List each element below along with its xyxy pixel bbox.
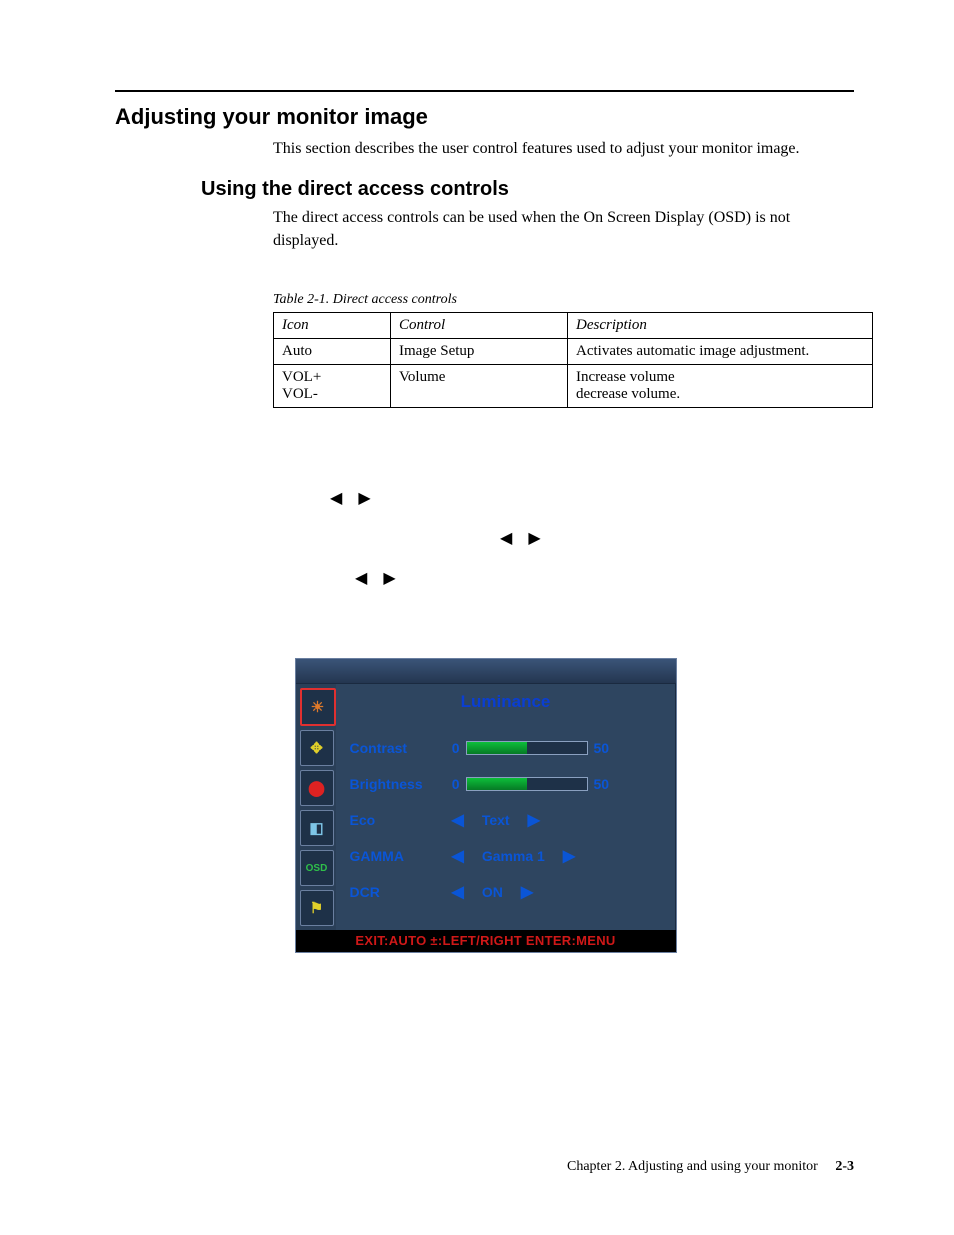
direct-access-table: Icon Control Description Auto Image Setu… — [273, 312, 873, 408]
osd-select-value: Text — [482, 812, 510, 828]
table-row: VOL+ VOL- Volume Increase volume decreas… — [274, 365, 873, 408]
osd-slider-label: Brightness — [350, 776, 442, 792]
heading-1: Adjusting your monitor image — [115, 104, 854, 130]
footer-page-number: 2-3 — [835, 1159, 854, 1174]
osd-slider-track[interactable] — [466, 741, 588, 755]
right-arrow-icon: ▶ — [383, 570, 395, 587]
osd-slider-track[interactable] — [466, 777, 588, 791]
left-arrow-icon: ◀ — [330, 490, 342, 507]
heading-2: Using the direct access controls — [201, 178, 854, 201]
osd-select-label: GAMMA — [350, 848, 442, 864]
osd-slider-fill — [467, 778, 527, 790]
osd-select-value: Gamma 1 — [482, 848, 545, 864]
osd-status-bar: EXIT:AUTO ±:LEFT/RIGHT ENTER:MENU — [296, 930, 676, 952]
osd-slider-min: 0 — [442, 776, 460, 792]
color-temp-icon[interactable]: ⬤ — [300, 770, 334, 806]
osd-topbar — [296, 659, 676, 684]
left-arrow-icon[interactable]: ◀ — [452, 810, 464, 830]
osd-slider-row: Contrast0 50 — [350, 730, 662, 766]
cell-icon: VOL+ VOL- — [274, 365, 391, 408]
right-arrow-icon[interactable]: ▶ — [528, 810, 540, 830]
right-arrow-icon[interactable]: ▶ — [563, 846, 575, 866]
extra-icon[interactable]: ⚑ — [300, 890, 334, 926]
th-description: Description — [568, 313, 873, 339]
osd-panel: ☀✥⬤◧OSD⚑ Luminance Contrast050Brightness… — [295, 658, 677, 953]
left-arrow-icon[interactable]: ◀ — [452, 882, 464, 902]
osd-select-label: Eco — [350, 812, 442, 828]
right-arrow-icon[interactable]: ▶ — [521, 882, 533, 902]
osd-screenshot: ☀✥⬤◧OSD⚑ Luminance Contrast050Brightness… — [295, 658, 675, 953]
cell-desc: Increase volume decrease volume. — [568, 365, 873, 408]
osd-main: Luminance Contrast050Brightness050 Eco◀T… — [336, 684, 676, 930]
page-footer: Chapter 2. Adjusting and using your moni… — [567, 1159, 854, 1175]
table-header-row: Icon Control Description — [274, 313, 873, 339]
osd-slider-fill — [467, 742, 527, 754]
left-arrow-icon[interactable]: ◀ — [452, 846, 464, 866]
osd-side-tabs: ☀ ✥ ⬤ ◧ OSD ⚑ — [296, 684, 336, 930]
cell-desc: Activates automatic image adjustment. — [568, 339, 873, 365]
table-caption: Table 2-1. Direct access controls — [273, 292, 854, 308]
osd-slider-label: Contrast — [350, 740, 442, 756]
osd-body: ☀✥⬤◧OSD⚑ Luminance Contrast050Brightness… — [296, 684, 676, 930]
table-row: Auto Image Setup Activates automatic ima… — [274, 339, 873, 365]
th-icon: Icon — [274, 313, 391, 339]
intro-paragraph: This section describes the user control … — [273, 138, 854, 160]
left-arrow-icon: ◀ — [355, 570, 367, 587]
cell-control: Volume — [391, 365, 568, 408]
cell-icon: Auto — [274, 339, 391, 365]
osd-slider-min: 0 — [442, 740, 460, 756]
rule — [115, 90, 854, 92]
osd-title: Luminance — [350, 692, 662, 712]
osd-select-row: DCR ◀ ON ▶ — [350, 874, 662, 910]
sub-intro-paragraph: The direct access controls can be used w… — [273, 207, 854, 252]
right-arrow-icon: ▶ — [358, 490, 370, 507]
luminance-icon[interactable]: ☀ — [300, 688, 336, 726]
osd-slider-value: 50 — [594, 740, 622, 756]
th-control: Control — [391, 313, 568, 339]
osd-slider-row: Brightness0 50 — [350, 766, 662, 802]
right-arrow-icon: ▶ — [528, 530, 540, 547]
osd-select-row: Eco ◀ Text ▶ — [350, 802, 662, 838]
arrow-glyph-block: ◀ ▶ ◀ ▶ ◀ ▶ — [330, 478, 854, 598]
osd-select-label: DCR — [350, 884, 442, 900]
image-setup-icon[interactable]: ✥ — [300, 730, 334, 766]
osd-select-value: ON — [482, 884, 503, 900]
left-arrow-icon: ◀ — [500, 530, 512, 547]
osd-slider-value: 50 — [594, 776, 622, 792]
footer-chapter: Chapter 2. Adjusting and using your moni… — [567, 1159, 818, 1174]
osd-select-row: GAMMA ◀ Gamma 1 ▶ — [350, 838, 662, 874]
cell-control: Image Setup — [391, 339, 568, 365]
picture-boost-icon[interactable]: ◧ — [300, 810, 334, 846]
document-page: Adjusting your monitor image This sectio… — [0, 0, 954, 1235]
osd-setup-icon[interactable]: OSD — [300, 850, 334, 886]
